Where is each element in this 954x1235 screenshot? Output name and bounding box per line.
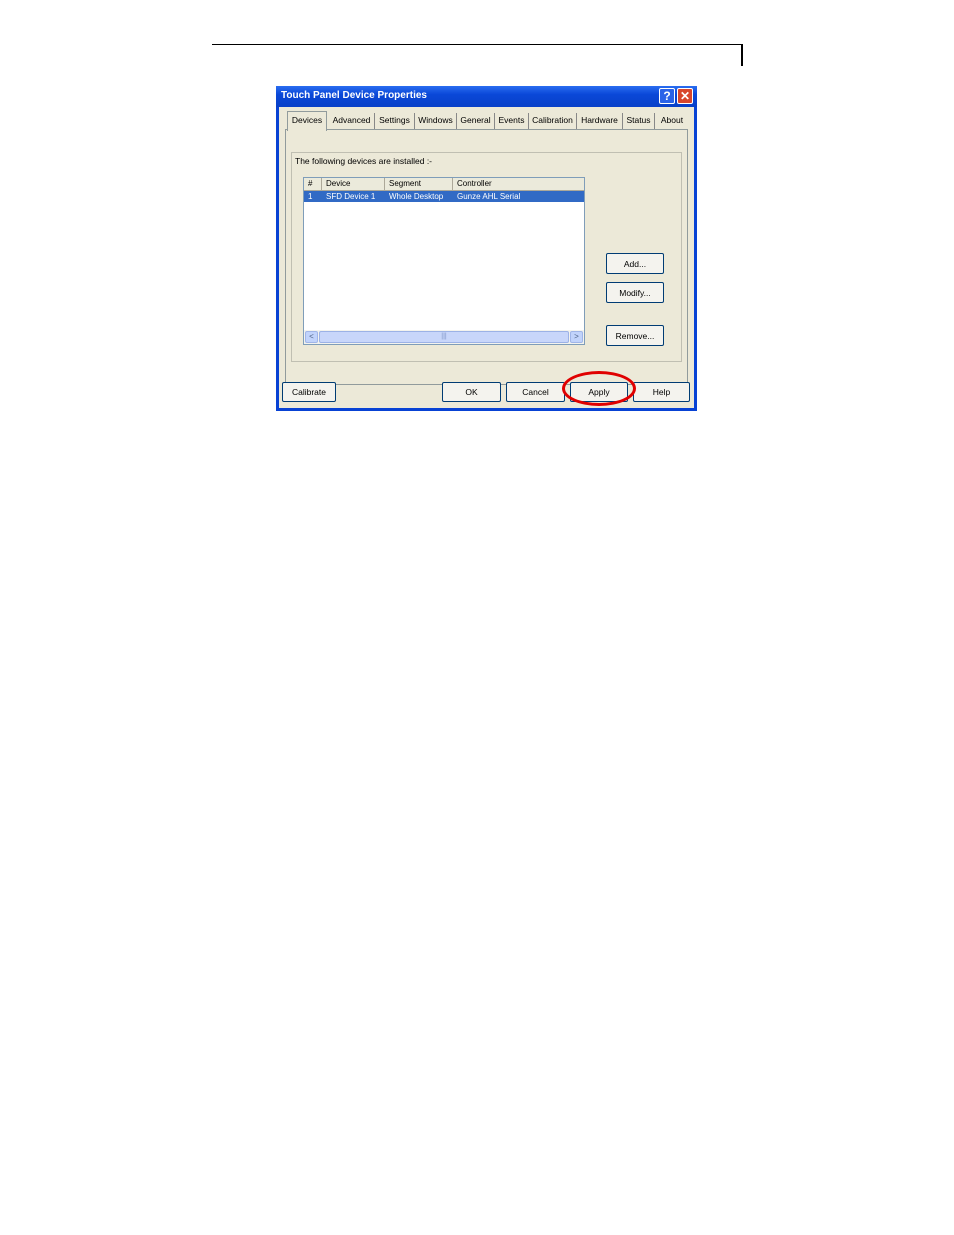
help-button[interactable]: Help [633,382,690,402]
cell-segment: Whole Desktop [389,192,444,201]
device-list[interactable]: # Device Segment Controller 1 SFD Device… [303,177,585,345]
help-question-icon[interactable]: ? [659,88,675,104]
scroll-right-icon[interactable]: > [570,331,583,343]
properties-dialog: Touch Panel Device Properties ? ✕ Device… [276,86,697,411]
tab-calibration[interactable]: Calibration [529,113,577,129]
table-row[interactable]: 1 SFD Device 1 Whole Desktop Gunze AHL S… [304,191,584,202]
remove-button[interactable]: Remove... [606,325,664,346]
tab-hardware[interactable]: Hardware [577,113,623,129]
tab-advanced[interactable]: Advanced [329,113,375,129]
column-header-number[interactable]: # [304,178,322,190]
header-rule-tick [741,44,743,66]
close-icon[interactable]: ✕ [677,88,693,104]
tab-status[interactable]: Status [623,113,655,129]
scroll-thumb[interactable]: ||| [319,331,569,343]
cell-controller: Gunze AHL Serial [457,192,521,201]
cell-device: SFD Device 1 [326,192,376,201]
calibrate-button[interactable]: Calibrate [282,382,336,402]
header-rule [212,44,741,45]
column-header-segment[interactable]: Segment [385,178,453,190]
list-header: # Device Segment Controller [304,178,584,191]
installed-devices-label: The following devices are installed :- [295,156,433,166]
add-button[interactable]: Add... [606,253,664,274]
ok-button[interactable]: OK [442,382,501,402]
apply-highlight-ring [562,371,636,406]
dialog-title: Touch Panel Device Properties [281,90,427,101]
tab-events[interactable]: Events [495,113,529,129]
tab-general[interactable]: General [457,113,495,129]
tab-devices[interactable]: Devices [287,111,327,131]
cell-number: 1 [308,192,313,201]
horizontal-scrollbar[interactable]: < ||| > [304,330,584,344]
cancel-button[interactable]: Cancel [506,382,565,402]
scroll-left-icon[interactable]: < [305,331,318,343]
dialog-client: Devices Advanced Settings Windows Genera… [279,107,694,408]
column-header-device[interactable]: Device [322,178,385,190]
tab-windows[interactable]: Windows [415,113,457,129]
title-bar[interactable]: Touch Panel Device Properties ? ✕ [276,86,697,107]
tab-settings[interactable]: Settings [375,113,415,129]
modify-button[interactable]: Modify... [606,282,664,303]
tab-about[interactable]: About [655,113,689,129]
column-header-controller[interactable]: Controller [453,178,584,190]
